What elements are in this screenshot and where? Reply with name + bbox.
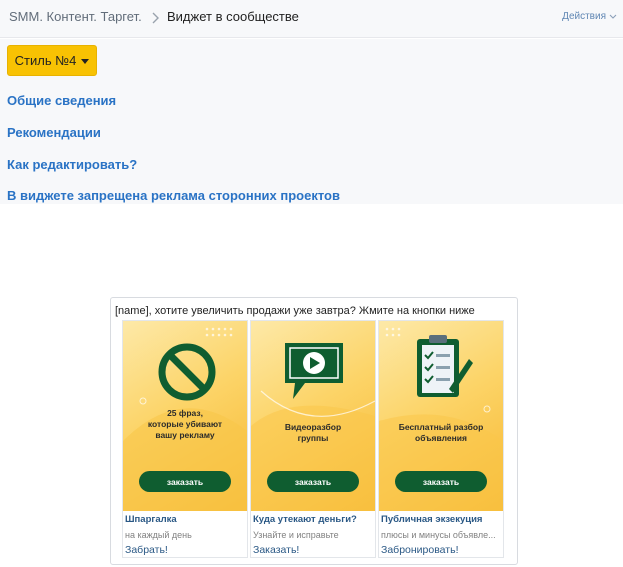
card-cover: 25 фраз, которые убивают вашу рекламу за…: [123, 321, 247, 511]
card-caption-line: 25 фраз,: [167, 408, 203, 418]
caret-down-icon: [81, 58, 90, 64]
style-button-label: Стиль №4: [14, 53, 77, 68]
card-description: на каждый день: [125, 530, 192, 540]
card-caption-line: которые убивают: [147, 419, 223, 429]
actions-menu[interactable]: Действия: [562, 11, 617, 22]
card-caption-line: Бесплатный разбор: [398, 422, 484, 432]
chevron-down-icon: [609, 14, 617, 19]
no-sign-icon: [158, 343, 216, 401]
video-play-icon: [285, 343, 343, 399]
card-description: Узнайте и исправьте: [253, 530, 339, 540]
card-caption-line: группы: [297, 433, 329, 443]
card-cover: Бесплатный разбор объявления заказать: [379, 321, 503, 511]
card-description: плюсы и минусы объявле...: [381, 530, 496, 540]
card-caption-line: вашу рекламу: [155, 430, 215, 440]
actions-label: Действия: [562, 11, 606, 22]
top-bar: SMM. Контент. Таргет. Виджет в сообществ…: [0, 0, 623, 38]
widget-card[interactable]: Видеоразбор группы заказать Куда утекают…: [250, 320, 376, 558]
card-cover: Видеоразбор группы заказать: [251, 321, 375, 511]
breadcrumb-parent[interactable]: SMM. Контент. Таргет.: [9, 9, 142, 24]
clipboard-checklist-icon: [417, 335, 473, 397]
order-button[interactable]: заказать: [139, 471, 231, 492]
widget-card[interactable]: 25 фраз, которые убивают вашу рекламу за…: [122, 320, 248, 558]
section-recommendations[interactable]: Рекомендации: [7, 125, 101, 140]
card-action-link[interactable]: Заказать!: [253, 544, 299, 556]
chevron-right-icon: [150, 10, 162, 26]
widget-title: [name], хотите увеличить продажи уже зав…: [115, 305, 475, 317]
order-button[interactable]: заказать: [395, 471, 487, 492]
section-how-to-edit[interactable]: Как редактировать?: [7, 157, 137, 172]
order-button[interactable]: заказать: [267, 471, 359, 492]
card-caption-line: объявления: [415, 433, 467, 443]
card-action-link[interactable]: Забрать!: [125, 544, 168, 556]
section-general-info[interactable]: Общие сведения: [7, 93, 116, 108]
card-name[interactable]: Куда утекают деньги?: [253, 514, 375, 525]
widget-preview: [name], хотите увеличить продажи уже зав…: [110, 297, 518, 565]
widget-card[interactable]: Бесплатный разбор объявления заказать Пу…: [378, 320, 504, 558]
card-name[interactable]: Шпаргалка: [125, 514, 247, 525]
card-caption-line: Видеоразбор: [284, 422, 342, 432]
card-name[interactable]: Публичная экзекуция: [381, 514, 503, 525]
breadcrumb-current: Виджет в сообществе: [167, 9, 299, 24]
section-ads-prohibited[interactable]: В виджете запрещена реклама сторонних пр…: [7, 188, 340, 203]
card-action-link[interactable]: Забронировать!: [381, 544, 458, 556]
style-dropdown-button[interactable]: Стиль №4: [7, 45, 97, 76]
